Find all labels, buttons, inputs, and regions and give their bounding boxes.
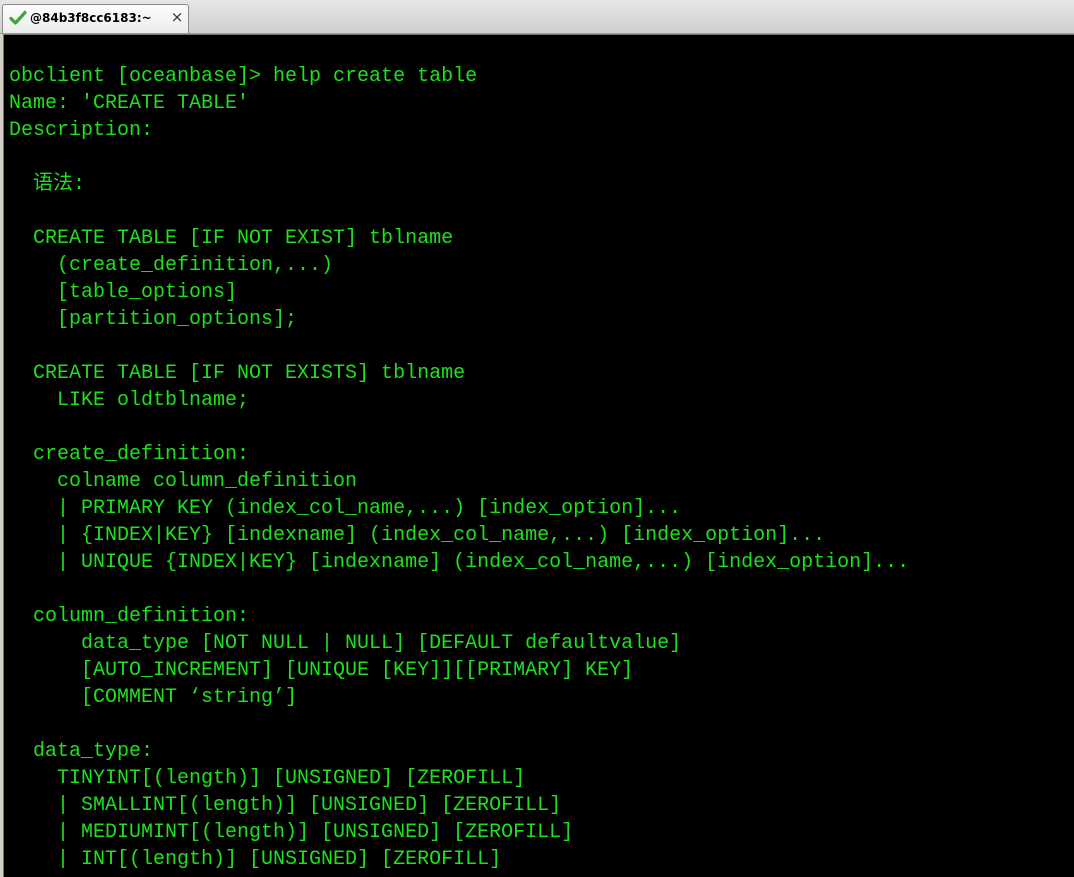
terminal-line: CREATE TABLE [IF NOT EXIST] tblname (9, 227, 454, 250)
terminal-line: obclient [oceanbase]> help create table (9, 65, 478, 88)
terminal-line: LIKE oldtblname; (9, 389, 250, 412)
terminal-window: @84b3f8cc6183:~ × obclient [oceanbase]> … (0, 0, 1074, 877)
terminal-line: [partition_options]; (9, 308, 298, 331)
tab-title: @84b3f8cc6183:~ (30, 11, 152, 25)
terminal-line: data_type: (9, 740, 154, 763)
terminal-lines: obclient [oceanbase]> help create table N… (9, 63, 909, 873)
terminal-line: Name: 'CREATE TABLE' (9, 92, 250, 115)
terminal-line: [AUTO_INCREMENT] [UNIQUE [KEY]][[PRIMARY… (9, 659, 634, 682)
terminal-line: Description: (9, 119, 154, 142)
terminal-output[interactable]: obclient [oceanbase]> help create table N… (3, 34, 1074, 877)
terminal-line: (create_definition,...) (9, 254, 334, 277)
terminal-line: [table_options] (9, 281, 238, 304)
terminal-line: | MEDIUMINT[(length)] [UNSIGNED] [ZEROFI… (9, 821, 574, 844)
terminal-line: create_definition: (9, 443, 250, 466)
terminal-line: colname column_definition (9, 470, 358, 493)
terminal-line: | SMALLINT[(length)] [UNSIGNED] [ZEROFIL… (9, 794, 562, 817)
terminal-line: [COMMENT ‘string’] (9, 686, 298, 709)
close-icon[interactable]: × (169, 8, 185, 26)
terminal-line: TINYINT[(length)] [UNSIGNED] [ZEROFILL] (9, 767, 526, 790)
terminal-line: | PRIMARY KEY (index_col_name,...) [inde… (9, 497, 682, 520)
terminal-line: data_type [NOT NULL | NULL] [DEFAULT def… (9, 632, 682, 655)
terminal-line: | {INDEX|KEY} [indexname] (index_col_nam… (9, 524, 826, 547)
terminal-line: | INT[(length)] [UNSIGNED] [ZEROFILL] (9, 848, 502, 871)
tab-bar: @84b3f8cc6183:~ × (0, 0, 1074, 34)
terminal-line: | UNIQUE {INDEX|KEY} [indexname] (index_… (9, 551, 910, 574)
session-tab[interactable]: @84b3f8cc6183:~ × (2, 4, 189, 33)
terminal-line: 语法: (9, 173, 86, 196)
terminal-line: column_definition: (9, 605, 250, 628)
terminal-line: CREATE TABLE [IF NOT EXISTS] tblname (9, 362, 466, 385)
check-icon (9, 10, 27, 25)
